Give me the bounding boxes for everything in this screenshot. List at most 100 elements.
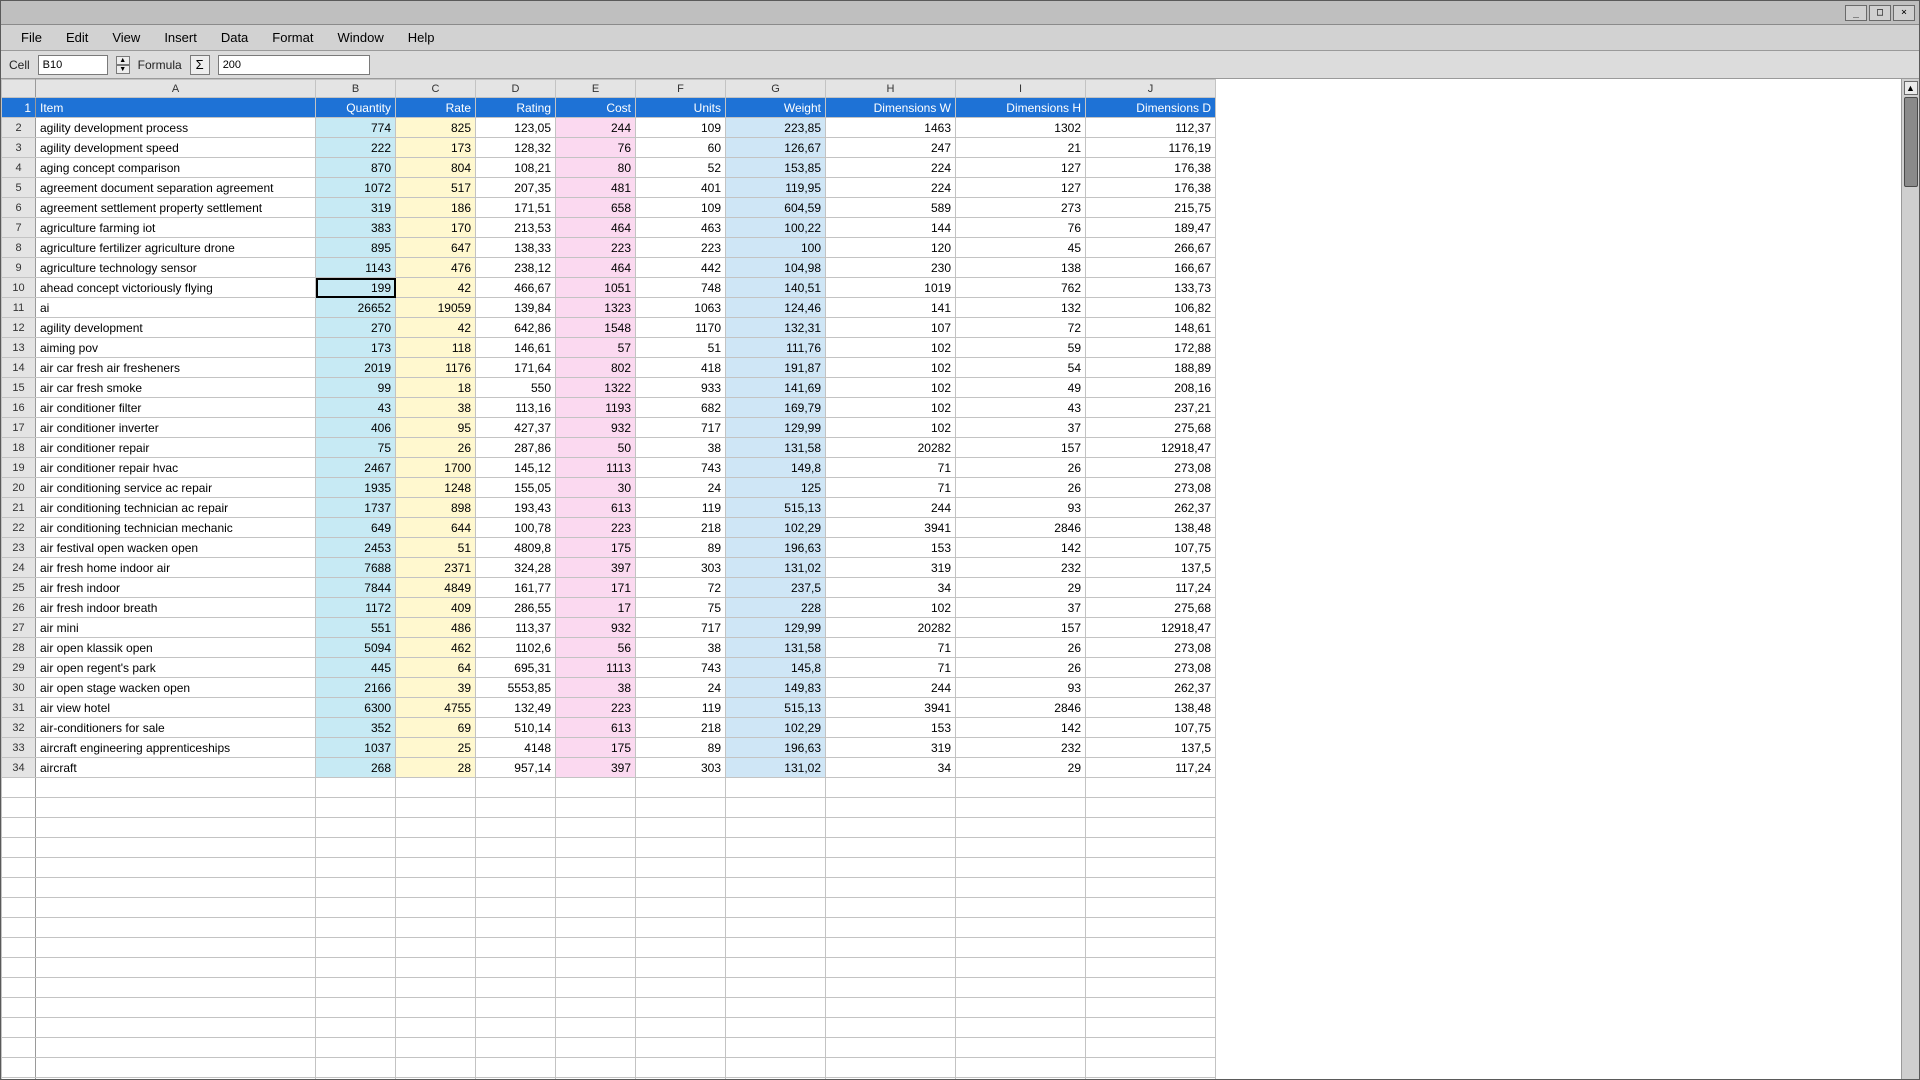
row-header-32[interactable]: 32 bbox=[2, 718, 36, 738]
cell-value[interactable]: 222 bbox=[316, 138, 396, 158]
row-header-26[interactable]: 26 bbox=[2, 598, 36, 618]
cell-empty[interactable] bbox=[316, 838, 396, 858]
cell-item[interactable]: agriculture fertilizer agriculture drone bbox=[36, 238, 316, 258]
row-header-9[interactable]: 9 bbox=[2, 258, 36, 278]
cell-value[interactable]: 647 bbox=[396, 238, 476, 258]
cell-value[interactable]: 29 bbox=[956, 758, 1086, 778]
cell-value[interactable]: 464 bbox=[556, 218, 636, 238]
row-header-13[interactable]: 13 bbox=[2, 338, 36, 358]
cell-value[interactable]: 123,05 bbox=[476, 118, 556, 138]
cell-value[interactable]: 2371 bbox=[396, 558, 476, 578]
cell-empty[interactable] bbox=[316, 898, 396, 918]
cell-value[interactable]: 17 bbox=[556, 598, 636, 618]
row-header-5[interactable]: 5 bbox=[2, 178, 36, 198]
cell-value[interactable]: 20282 bbox=[826, 438, 956, 458]
cell-value[interactable]: 193,43 bbox=[476, 498, 556, 518]
cell-value[interactable]: 102 bbox=[826, 598, 956, 618]
cell-value[interactable]: 138,48 bbox=[1086, 518, 1216, 538]
cell-value[interactable]: 232 bbox=[956, 558, 1086, 578]
field-header-units[interactable]: Units bbox=[636, 98, 726, 118]
cell-value[interactable]: 52 bbox=[636, 158, 726, 178]
cell-value[interactable]: 118 bbox=[396, 338, 476, 358]
cell-empty[interactable] bbox=[1086, 1018, 1216, 1038]
cell-value[interactable]: 932 bbox=[556, 618, 636, 638]
cell-empty[interactable] bbox=[316, 858, 396, 878]
cell-value[interactable]: 171 bbox=[556, 578, 636, 598]
column-header-G[interactable]: G bbox=[726, 80, 826, 98]
cell-empty[interactable] bbox=[396, 1038, 476, 1058]
cell-value[interactable]: 54 bbox=[956, 358, 1086, 378]
cell-value[interactable]: 4148 bbox=[476, 738, 556, 758]
cell-value[interactable]: 898 bbox=[396, 498, 476, 518]
cell-value[interactable]: 26 bbox=[956, 638, 1086, 658]
cell-empty[interactable] bbox=[36, 938, 316, 958]
cell-empty[interactable] bbox=[316, 978, 396, 998]
cell-value[interactable]: 1323 bbox=[556, 298, 636, 318]
cell-empty[interactable] bbox=[396, 898, 476, 918]
cell-ref-stepper[interactable]: ▲ ▼ bbox=[116, 56, 130, 74]
cell-empty[interactable] bbox=[556, 878, 636, 898]
cell-value[interactable]: 107,75 bbox=[1086, 718, 1216, 738]
cell-value[interactable]: 28 bbox=[396, 758, 476, 778]
cell-value[interactable]: 406 bbox=[316, 418, 396, 438]
cell-value[interactable]: 383 bbox=[316, 218, 396, 238]
row-header-24[interactable]: 24 bbox=[2, 558, 36, 578]
cell-value[interactable]: 237,5 bbox=[726, 578, 826, 598]
cell-value[interactable]: 224 bbox=[826, 158, 956, 178]
formula-input[interactable] bbox=[218, 55, 370, 75]
row-header-28[interactable]: 28 bbox=[2, 638, 36, 658]
cell-empty[interactable] bbox=[36, 1058, 316, 1078]
cell-value[interactable]: 273,08 bbox=[1086, 658, 1216, 678]
cell-empty[interactable] bbox=[36, 1038, 316, 1058]
cell-empty[interactable] bbox=[556, 1078, 636, 1080]
cell-item[interactable]: air mini bbox=[36, 618, 316, 638]
cell-value[interactable]: 2467 bbox=[316, 458, 396, 478]
cell-value[interactable]: 132,49 bbox=[476, 698, 556, 718]
cell-value[interactable]: 38 bbox=[396, 398, 476, 418]
row-header-3[interactable]: 3 bbox=[2, 138, 36, 158]
cell-empty[interactable] bbox=[636, 998, 726, 1018]
select-all-corner[interactable] bbox=[2, 80, 36, 98]
cell-value[interactable]: 244 bbox=[826, 498, 956, 518]
cell-value[interactable]: 21 bbox=[956, 138, 1086, 158]
cell-empty[interactable] bbox=[826, 998, 956, 1018]
cell-value[interactable]: 43 bbox=[956, 398, 1086, 418]
cell-value[interactable]: 100 bbox=[726, 238, 826, 258]
cell-empty[interactable] bbox=[826, 1038, 956, 1058]
cell-value[interactable]: 2846 bbox=[956, 698, 1086, 718]
cell-value[interactable]: 20282 bbox=[826, 618, 956, 638]
cell-value[interactable]: 5094 bbox=[316, 638, 396, 658]
cell-value[interactable]: 1072 bbox=[316, 178, 396, 198]
cell-value[interactable]: 113,16 bbox=[476, 398, 556, 418]
cell-value[interactable]: 149,8 bbox=[726, 458, 826, 478]
cell-value[interactable]: 139,84 bbox=[476, 298, 556, 318]
cell-value[interactable]: 60 bbox=[636, 138, 726, 158]
cell-value[interactable]: 213,53 bbox=[476, 218, 556, 238]
cell-empty[interactable] bbox=[826, 858, 956, 878]
cell-value[interactable]: 132 bbox=[956, 298, 1086, 318]
cell-value[interactable]: 418 bbox=[636, 358, 726, 378]
cell-value[interactable]: 138,33 bbox=[476, 238, 556, 258]
cell-empty[interactable] bbox=[636, 798, 726, 818]
cell-value[interactable]: 319 bbox=[316, 198, 396, 218]
cell-value[interactable]: 161,77 bbox=[476, 578, 556, 598]
cell-value[interactable]: 108,21 bbox=[476, 158, 556, 178]
cell-value[interactable]: 140,51 bbox=[726, 278, 826, 298]
cell-value[interactable]: 76 bbox=[556, 138, 636, 158]
cell-empty[interactable] bbox=[556, 798, 636, 818]
row-header-empty[interactable] bbox=[2, 998, 36, 1018]
cell-empty[interactable] bbox=[476, 918, 556, 938]
cell-value[interactable]: 642,86 bbox=[476, 318, 556, 338]
cell-value[interactable]: 1302 bbox=[956, 118, 1086, 138]
cell-value[interactable]: 196,63 bbox=[726, 738, 826, 758]
cell-empty[interactable] bbox=[1086, 958, 1216, 978]
cell-item[interactable]: air car fresh air fresheners bbox=[36, 358, 316, 378]
row-header-empty[interactable] bbox=[2, 1078, 36, 1080]
cell-empty[interactable] bbox=[316, 818, 396, 838]
cell-empty[interactable] bbox=[476, 958, 556, 978]
cell-value[interactable]: 113,37 bbox=[476, 618, 556, 638]
cell-value[interactable]: 173 bbox=[396, 138, 476, 158]
cell-empty[interactable] bbox=[726, 818, 826, 838]
cell-empty[interactable] bbox=[826, 1078, 956, 1080]
cell-empty[interactable] bbox=[726, 858, 826, 878]
